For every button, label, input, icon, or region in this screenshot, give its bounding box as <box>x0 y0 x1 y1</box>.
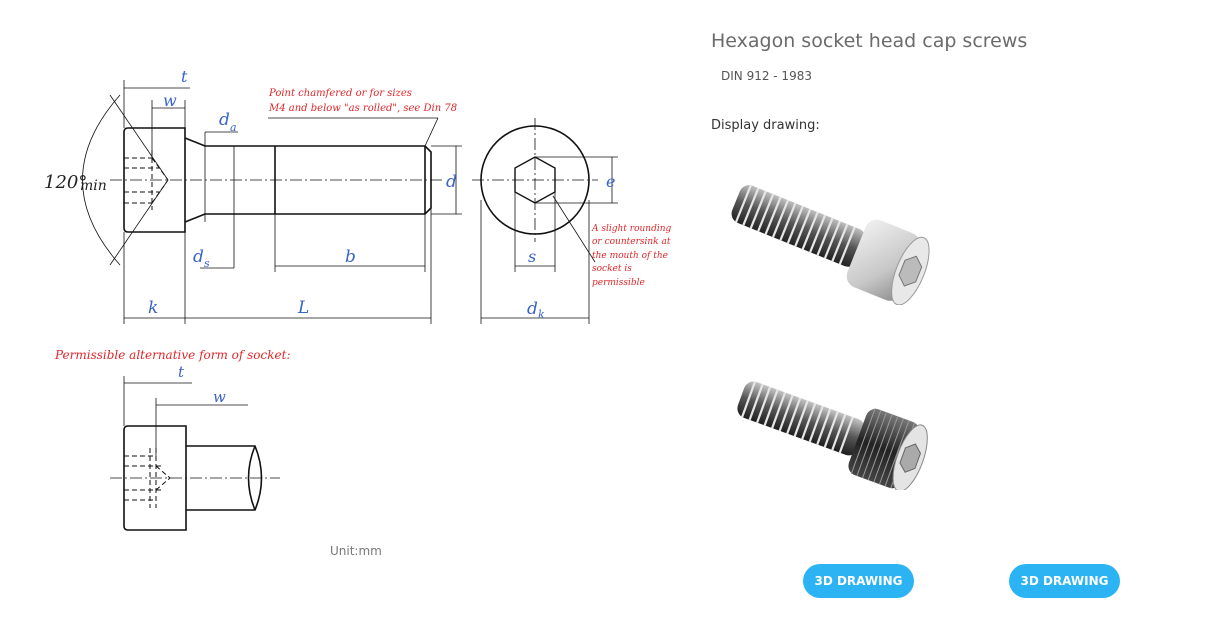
end-view-dimensions <box>472 118 618 324</box>
3d-drawing-button-2[interactable]: 3D DRAWING <box>1009 564 1120 598</box>
label-t: t <box>181 67 188 86</box>
alt-label-w: w <box>213 388 226 406</box>
screw-render-knurled-head[interactable] <box>725 370 940 490</box>
note-rounding-line5: permissible <box>592 278 645 288</box>
note-rounding-line4: socket is <box>592 264 632 274</box>
label-da: d <box>219 110 230 130</box>
note-rounding-line3: the mouth of the <box>592 251 668 261</box>
note-chamfer-line2: M4 and below "as rolled", see Din 78 <box>268 103 457 114</box>
display-drawing-label: Display drawing: <box>711 118 820 133</box>
note-rounding-line1: A slight rounding <box>591 224 672 234</box>
label-s: s <box>528 247 536 266</box>
note-rounding-line2: or countersink at <box>592 237 671 247</box>
alt-dimension-lines <box>110 376 280 479</box>
label-dk: d <box>527 299 538 319</box>
alt-label-t: t <box>178 363 185 381</box>
label-k: k <box>148 298 158 318</box>
label-b: b <box>345 247 356 267</box>
product-standard: DIN 912 - 1983 <box>721 69 812 83</box>
unit-label: Unit:mm <box>330 544 382 558</box>
alt-form-title: Permissible alternative form of socket: <box>54 348 291 362</box>
label-da-sub: a <box>230 121 237 134</box>
dimension-lines <box>82 80 462 324</box>
label-d: d <box>446 172 457 192</box>
technical-drawing: t w d a 120° min d e d s b s k L d k Poi… <box>44 67 672 531</box>
label-ds: d <box>193 247 204 267</box>
screw-render-smooth-head[interactable] <box>718 180 943 305</box>
note-chamfer-line1: Point chamfered or for sizes <box>268 88 412 99</box>
label-w: w <box>163 91 177 110</box>
label-L: L <box>297 298 309 318</box>
product-title: Hexagon socket head cap screws <box>711 30 1028 52</box>
label-dk-sub: k <box>538 308 545 321</box>
3d-drawing-button-1[interactable]: 3D DRAWING <box>803 564 914 598</box>
label-angle-suffix: min <box>80 178 107 194</box>
label-ds-sub: s <box>204 257 210 270</box>
label-e: e <box>606 172 615 191</box>
